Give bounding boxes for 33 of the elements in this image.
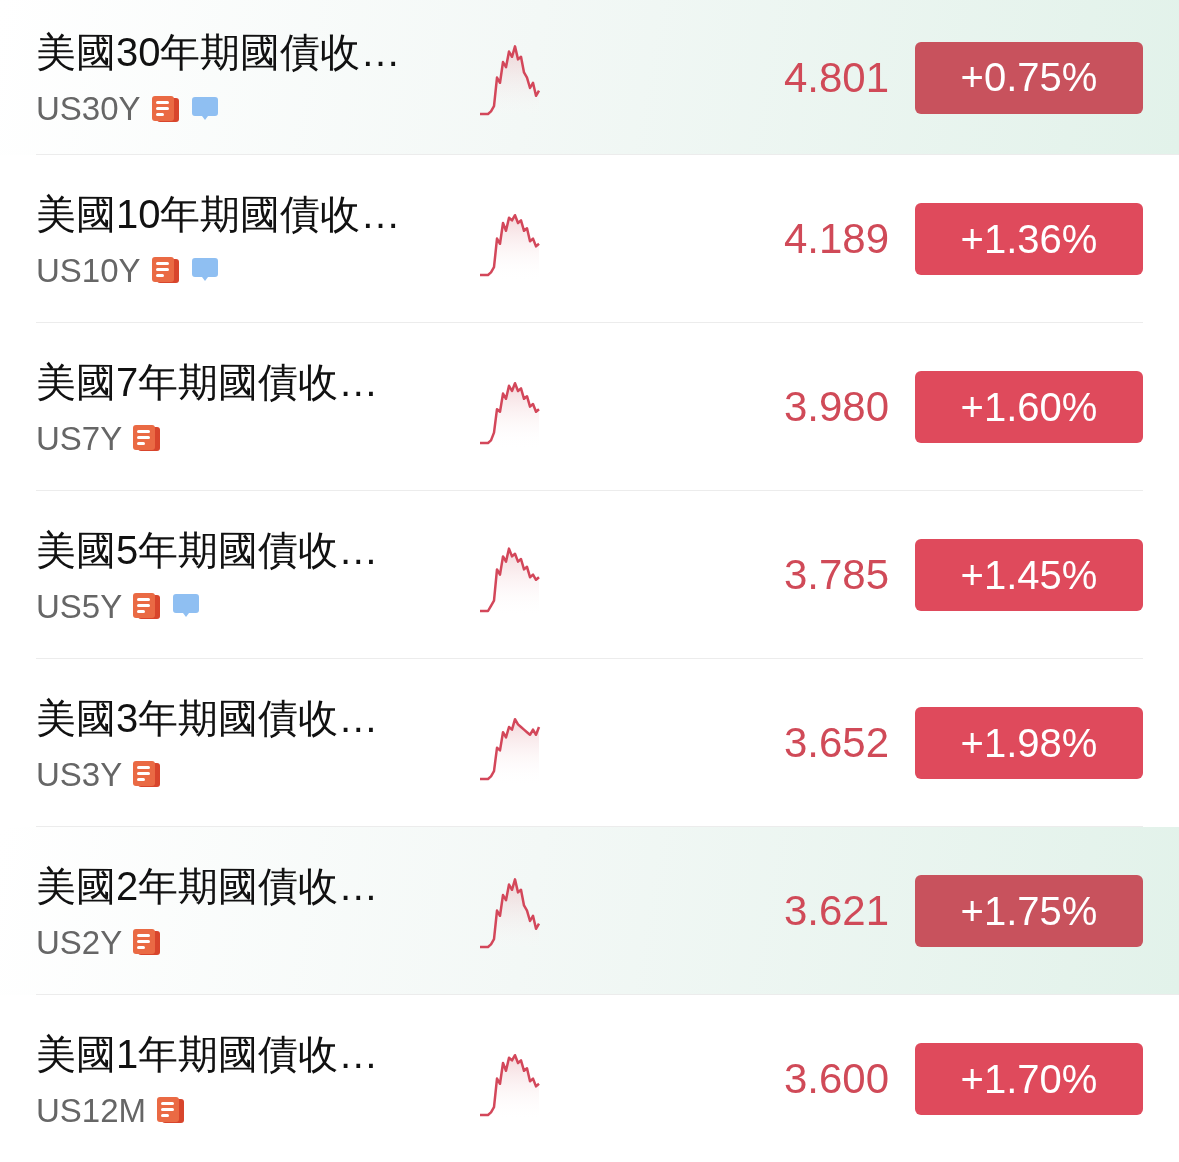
bond-name: 美國5年期國債收… bbox=[36, 527, 380, 572]
quote-row[interactable]: 美國10年期國債收… US10Y 4.189 +1.36% bbox=[0, 155, 1179, 323]
price-value: 3.652 bbox=[782, 719, 890, 767]
price-value: 4.801 bbox=[782, 53, 890, 102]
bond-name: 美國1年期國債收… bbox=[36, 1031, 380, 1076]
ticker-code: US2Y bbox=[36, 925, 123, 959]
change-badge: +1.60% bbox=[915, 371, 1143, 443]
change-badge: +1.45% bbox=[915, 539, 1143, 611]
change-badge: +1.98% bbox=[915, 707, 1143, 779]
quote-row[interactable]: 美國1年期國債收… US12M 3.600 +1.70% bbox=[0, 995, 1179, 1162]
quote-row[interactable]: 美國5年期國債收… US5Y 3.785 +1.45% bbox=[0, 491, 1179, 659]
quote-row[interactable]: 美國7年期國債收… US7Y 3.980 +1.60% bbox=[0, 323, 1179, 491]
change-badge: +1.36% bbox=[915, 203, 1143, 275]
price-value: 4.189 bbox=[782, 215, 890, 263]
ticker-code: US3Y bbox=[36, 757, 123, 791]
price-value: 3.980 bbox=[782, 383, 890, 431]
change-badge: +1.75% bbox=[915, 875, 1143, 947]
bond-name: 美國3年期國債收… bbox=[36, 695, 380, 740]
price-value: 3.621 bbox=[782, 887, 890, 935]
price-value: 3.785 bbox=[782, 551, 890, 599]
ticker-code: US12M bbox=[36, 1093, 147, 1127]
bond-name: 美國7年期國債收… bbox=[36, 359, 380, 404]
ticker-code: US5Y bbox=[36, 589, 123, 623]
price-value: 3.600 bbox=[782, 1055, 890, 1103]
bond-name: 美國2年期國債收… bbox=[36, 863, 380, 908]
change-badge: +0.75% bbox=[915, 41, 1143, 114]
bond-name: 美國30年期國債收… bbox=[36, 30, 402, 74]
bond-name: 美國10年期國債收… bbox=[36, 191, 402, 236]
quote-row[interactable]: 美國3年期國債收… US3Y 3.652 +1.98% bbox=[0, 659, 1179, 827]
ticker-code: US30Y bbox=[36, 92, 141, 125]
ticker-code: US7Y bbox=[36, 421, 123, 455]
ticker-code: US10Y bbox=[36, 253, 141, 287]
change-badge: +1.70% bbox=[915, 1043, 1143, 1115]
